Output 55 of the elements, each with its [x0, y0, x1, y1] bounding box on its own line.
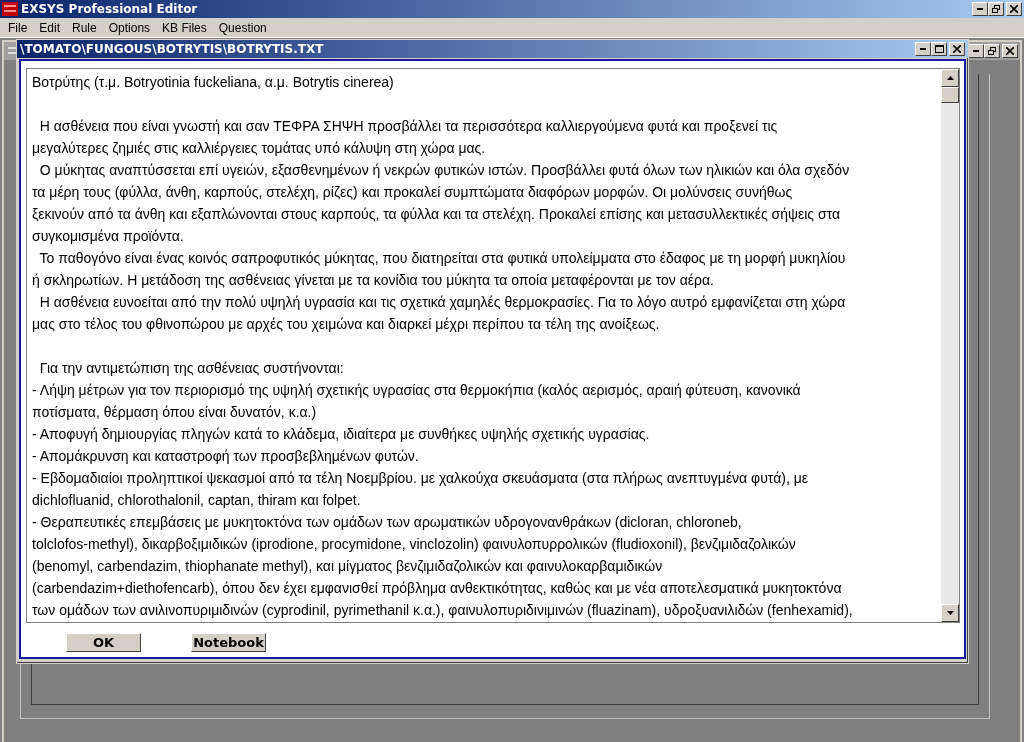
minimize-button[interactable]	[972, 2, 988, 16]
menu-item[interactable]: KB Files	[156, 20, 213, 35]
menu-item[interactable]: File	[2, 20, 34, 35]
text-line: Βοτρύτης (τ.μ. Botryotinia fuckeliana, α.μ. Botrytis cinerea)	[32, 73, 395, 92]
text-line: μας στο τέλος του φθινοπώρου με αρχές του χειμώνα και διαρκεί μέχρι περίπου τα τέλη της ανοίξεως.	[32, 315, 661, 334]
text-line: Η ασθένεια ευνοείται από την πολύ υψηλή υγρασία και τις σχετικά χαμηλές θερμοκρασίες. Για το λόγο αυτρό εμφανίζεται στη χώρα	[38, 293, 847, 312]
text-line: τα μέρη τους (φύλλα, άνθη, καρπούς, στελέχη, ρίζες) και προκαλεί συμπτώματα διαφόρων μορφών. Οι μολύνσεις συνήθως	[32, 183, 794, 202]
close-icon	[1006, 47, 1014, 55]
text-line: - Θεραπευτικές επεμβάσεις με μυκητοκτόνα των ομάδων των αρωματικών υδρογονανθράκων (dicloran, chloroneb,	[32, 513, 743, 532]
dialog-button[interactable]: Notebook	[191, 633, 266, 652]
text-line: dichlofluanid, chlorothalonil, captan, thiram και folpet.	[32, 491, 362, 510]
text-line: ή σκληρωτίων. Η μετάδοση της ασθένειας γίνεται με τα κονίδια του μύκητα τα οποία μεταφέρονται με τον αέρα.	[32, 271, 715, 290]
app-icon	[2, 2, 18, 16]
restore-button[interactable]	[988, 2, 1004, 16]
text-line: - Αποφυγή δημιουργίας πληγών κατά το κλάδεμα, ιδιαίτερα με συνθήκες υψηλής σχετικής υγρασίας.	[32, 425, 651, 444]
close-button[interactable]	[1006, 2, 1022, 16]
menu-item[interactable]: Rule	[66, 20, 103, 35]
minimize-icon	[973, 50, 979, 52]
scroll-down-icon[interactable]	[946, 611, 954, 615]
close-button[interactable]	[1002, 44, 1018, 58]
text-line: - Απομάκρυνση και καταστροφή των προσβεβλημένων φυτών.	[32, 447, 420, 466]
text-line: - Λήψη μέτρων για τον περιορισμό της υψηλή σχετικής υγρασίας στα θερμοκήπια (καλός αερισμός, αραιή φύτευση, κανονικά	[32, 381, 802, 400]
maximize-button[interactable]	[931, 42, 947, 56]
text-line: Ο μύκητας αναπτύσσεται επί υγειών, εξασθενημένων ή νεκρών φυτικών ιστών. Προσβάλλει φυτά όλων των ηλικιών και όλα σχεδόν	[38, 161, 851, 180]
minimize-icon	[920, 48, 926, 50]
menu-item[interactable]: Edit	[33, 20, 67, 35]
dialog-title: \TOMATO\FUNGOUS\BOTRYTIS\BOTRYTIS.TXT	[20, 42, 324, 56]
restore-icon	[992, 5, 1000, 13]
dialog-button[interactable]: OK	[66, 633, 141, 652]
scrollbar[interactable]	[941, 69, 959, 622]
text-line: (benomyl, carbendazim, thiophanate methyl), και μίγματος βενζιμιδαζολικών και φαινυλοκαρβαμιδικών	[32, 557, 664, 576]
text-line: Το παθογόνο είναι ένας κοινός σαπροφυτικός μύκητας, που διατηρείται στα φυτικά υπολείμματα στο έδαφος με τη μορφή μυκηλίου	[38, 249, 847, 268]
text-line: (carbendazim+diethofencarb), όπου δεν έχει εμφανισθεί πρόβλημα ανθεκτικότητας, καθώς και με νέα αποτελεσματικά μυκητοκτόνα	[32, 579, 843, 598]
restore-button[interactable]	[984, 44, 1000, 58]
close-icon	[1010, 5, 1018, 13]
window-title: EXSYS Professional Editor	[21, 2, 198, 16]
minimize-icon	[977, 8, 983, 10]
scroll-up-icon[interactable]	[946, 76, 954, 80]
text-line: Για την αντιμετώπιση της ασθένειας συστήνονται:	[38, 359, 345, 378]
text-line: ξεκινούν από τα άνθη και εξαπλώνονται στους καρπούς, τα φύλλα και τα στελέχη. Προκαλεί επίσης και μετασυλλεκτικές σήψεις στα	[32, 205, 842, 224]
menu-item[interactable]: Question	[212, 20, 273, 35]
restore-icon	[988, 47, 996, 55]
minimize-button[interactable]	[915, 42, 931, 56]
text-line: συγκομισμένα προϊόντα.	[32, 227, 185, 246]
text-line: tolclofos-methyl), δικαρβοξιμιδικών (iprodione, procymidone, vinclozolin) φαινυλοπυρρολικών (fludioxonil), βενζιμιδαζολικών	[32, 535, 797, 554]
text-line: των ομάδων των ανιλινοπυριμιδινών (cyprodinil, pyrimethanil κ.α.), φαινυλοπυριδινιμινών (fluazinam), υδροξυανιλιδών (fenhexamid),	[32, 601, 854, 620]
scroll-thumb[interactable]	[941, 87, 959, 103]
close-icon	[953, 45, 961, 53]
maximize-icon	[934, 45, 944, 53]
text-line: - Εβδομαδιαίοι προληπτικοί ψεκασμοί από τα τέλη Νοεμβρίου. με χαλκούχα σκευάσματα (στα πλήρως ανεπτυγμένα φυτά), με	[32, 469, 809, 488]
text-line: μεγαλύτερες ζημιές στις καλλιέργειες τομάτας υπό κάλυψη στη χώρα μας.	[32, 139, 487, 158]
menu-item[interactable]: Options	[102, 20, 157, 35]
text-line: Η ασθένεια που είναι γνωστή και σαν ΤΕΦΡΑ ΣΗΨΗ προσβάλλει τα περισσότερα καλλιεργούμενα φυτά και προξενεί τις	[38, 117, 779, 136]
text-line: ποτίσματα, θέρμαση όπου είναι δυνατόν, κ.α.)	[32, 403, 318, 422]
close-button[interactable]	[949, 42, 965, 56]
